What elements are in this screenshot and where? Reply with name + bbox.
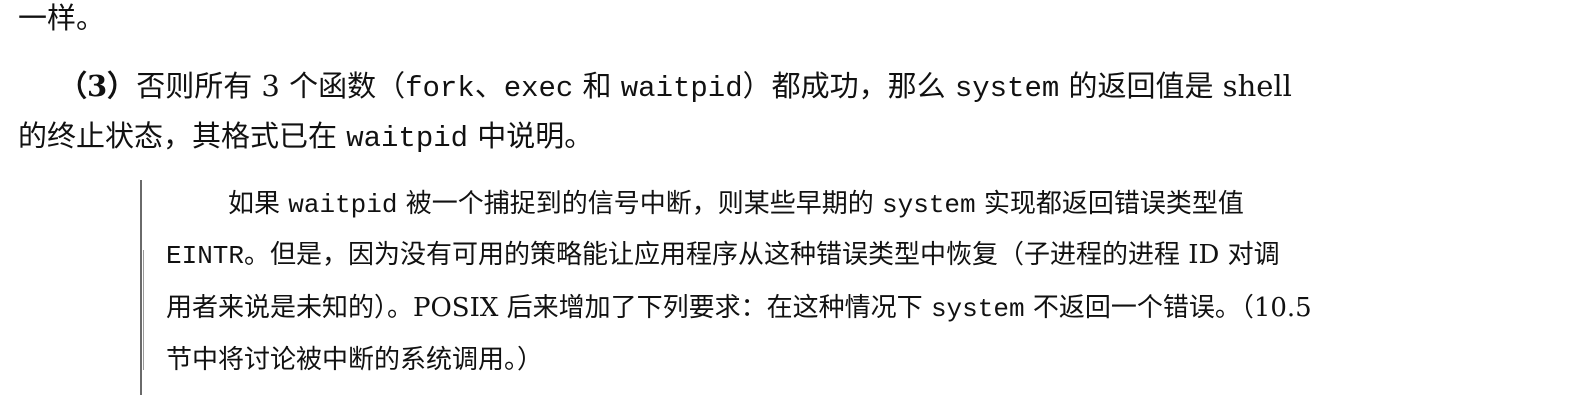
code-exec: exec [503,72,574,105]
note-line-3: 用者来说是未知的）。POSIX 后来增加了下列要求：在这种情况下 system … [166,290,1312,327]
note-line-1: 如果 waitpid 被一个捕捉到的信号中断，则某些早期的 system 实现都… [228,186,1244,223]
code-waitpid: waitpid [288,190,398,220]
text-fragment: 实现都返回错误类型值 [975,189,1244,219]
text-fragment: 如果 [228,189,289,219]
note-line-2: EINTR。但是，因为没有可用的策略能让应用程序从这种错误类型中恢复（子进程的进… [166,237,1280,274]
note-margin-bar [140,180,142,395]
text-fragment: ）都成功，那么 [742,69,955,103]
text-fragment: 不返回一个错误。（10.5 [1024,293,1312,323]
text-fragment: 节中将讨论被中断的系统调用。） [166,345,544,375]
note-line-4: 节中将讨论被中断的系统调用。） [166,342,543,378]
paragraph-3-line-2: 的终止状态，其格式已在 waitpid 中说明。 [18,116,593,159]
code-waitpid: waitpid [346,122,469,155]
text-line-1: 一样。 [18,0,105,38]
code-eintr: EINTR [166,241,245,271]
text-fragment: 、 [474,69,504,103]
text-fragment: 被一个捕捉到的信号中断，则某些早期的 [397,189,883,219]
text-fragment: 一样。 [18,1,106,35]
code-waitpid: waitpid [620,72,743,105]
paragraph-3-line-1: （3）否则所有 3 个函数（fork、exec 和 waitpid）都成功，那么… [58,66,1292,109]
text-fragment: 的终止状态，其格式已在 [18,119,347,153]
code-system: system [954,72,1060,105]
note-margin-bar-secondary [143,250,144,370]
text-fragment: 否则所有 3 个函数（ [136,69,406,103]
code-system: system [882,190,976,220]
item-number: （3） [58,69,137,103]
text-fragment: 。但是，因为没有可用的策略能让应用程序从这种错误类型中恢复（子进程的进程 ID … [244,240,1280,270]
text-fragment: 中说明。 [468,119,594,153]
code-system: system [930,294,1025,324]
text-fragment: 的返回值是 shell [1059,69,1292,103]
text-fragment: 和 [573,69,621,103]
code-fork: fork [405,72,475,105]
text-fragment: 用者来说是未知的）。POSIX 后来增加了下列要求：在这种情况下 [166,293,931,323]
document-page: 一样。 （3）否则所有 3 个函数（fork、exec 和 waitpid）都成… [0,0,1596,411]
